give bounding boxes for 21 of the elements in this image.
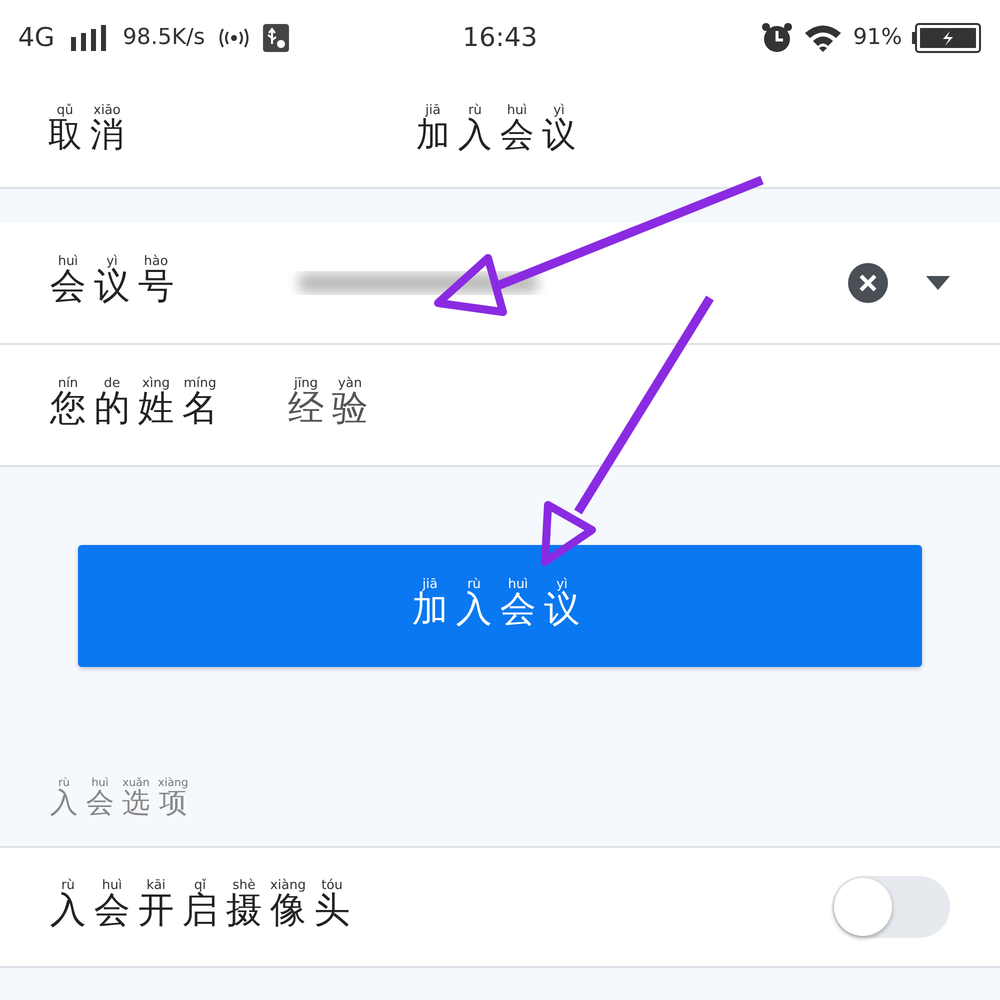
page-title: 加 jiā 入 rù 会 huì 议 yì	[415, 104, 577, 157]
signal-icon	[68, 24, 109, 50]
battery-icon	[912, 22, 982, 52]
join-meeting-button[interactable]: 加 jiā 入 rù 会 huì 议 yì	[78, 545, 922, 667]
alarm-icon	[761, 22, 794, 52]
field-label: 会 huì 议 yì 号 hào	[50, 255, 175, 309]
network-type: 4G	[18, 22, 55, 52]
section-heading: 入 rù 会 huì 选 xuǎn 项 xiàng	[50, 777, 190, 821]
wifi-icon	[803, 24, 844, 52]
clock-time: 16:43	[462, 22, 538, 52]
battery-percent: 91%	[853, 25, 902, 50]
cancel-button[interactable]: 取 qǔ 消 xiāo	[48, 104, 132, 158]
network-speed: 98.5K/s	[122, 25, 205, 50]
dropdown-icon[interactable]	[926, 276, 950, 290]
field-label: 您 nín 的 de 姓 xìng 名 míng	[50, 377, 219, 431]
name-field[interactable]: 经 jīng 验 yàn	[288, 345, 950, 465]
usb-icon	[263, 24, 289, 52]
option-label: 入 rù 会 huì 开 kāi 启 qǐ 摄 shè 像 xiàng 头 tóu	[50, 879, 351, 933]
camera-toggle[interactable]	[832, 876, 950, 938]
clear-icon[interactable]	[848, 263, 888, 303]
hotspot-icon	[219, 28, 249, 48]
